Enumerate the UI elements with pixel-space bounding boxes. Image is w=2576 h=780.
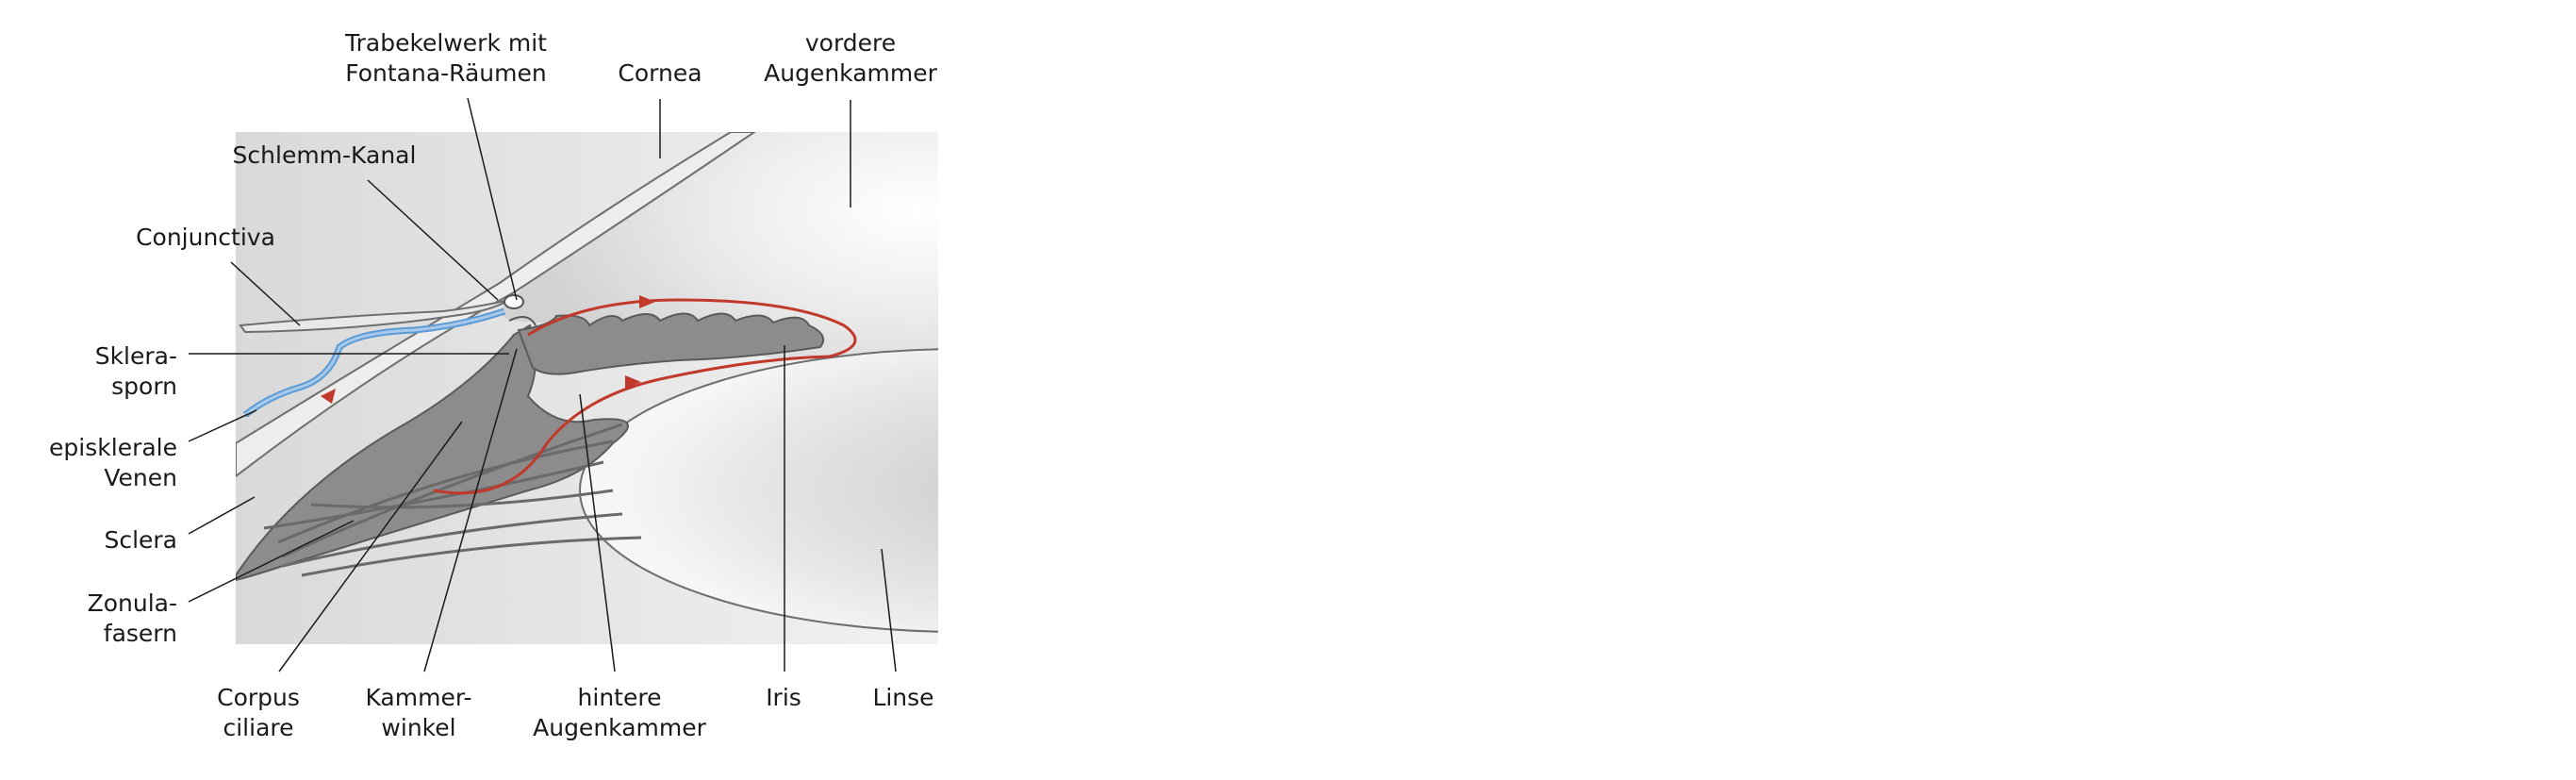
label-vordere-augenkammer-line2: Augenkammer [764,59,937,87]
label-sklerasporn-line2: sporn [111,373,177,400]
label-iris-line1: Iris [766,684,801,711]
label-cornea: Cornea [618,58,702,89]
label-conjunctiva-line1: Conjunctiva [136,224,275,251]
label-linse-line1: Linse [872,684,934,711]
label-sclera: Sclera [104,525,177,556]
label-vordere-augenkammer: vordere Augenkammer [764,28,937,89]
label-iris: Iris [766,683,801,713]
label-schlemm-kanal: Schlemm-Kanal [233,141,417,171]
label-corpus-ciliare-line2: ciliare [223,714,294,741]
label-schlemm-kanal-line1: Schlemm-Kanal [232,141,417,169]
label-hintere-augenkammer-line2: Augenkammer [533,714,706,741]
label-episklerale-venen-line2: Venen [104,464,177,491]
label-cornea-line1: Cornea [618,59,702,87]
label-hintere-augenkammer: hintere Augenkammer [533,683,706,743]
label-kammerwinkel: Kammer- winkel [365,683,471,743]
label-zonulafasern: Zonula- fasern [88,589,177,649]
label-episklerale-venen-line1: episklerale [49,434,177,461]
label-corpus-ciliare-line1: Corpus [217,684,300,711]
label-zonulafasern-line2: fasern [103,620,177,647]
label-zonulafasern-line1: Zonula- [87,589,177,617]
label-hintere-augenkammer-line1: hintere [577,684,662,711]
label-conjunctiva: Conjunctiva [136,223,275,253]
label-vordere-augenkammer-line1: vordere [804,29,897,57]
label-trabekelwerk: Trabekelwerk mit Fontana-Räumen [345,28,547,89]
schlemm-canal-shape [504,294,524,309]
lens-shape [579,348,938,633]
label-corpus-ciliare: Corpus ciliare [217,683,300,743]
label-sklerasporn-line1: Sklera- [94,342,177,370]
label-linse: Linse [872,683,933,713]
label-kammerwinkel-line2: winkel [381,714,456,741]
label-episklerale-venen: episklerale Venen [49,433,177,493]
label-trabekelwerk-line2: Fontana-Räumen [345,59,547,87]
label-sklerasporn: Sklera- sporn [95,341,177,402]
eye-anterior-segment-diagram [188,97,938,672]
label-sclera-line1: Sclera [104,526,177,554]
label-kammerwinkel-line1: Kammer- [365,684,472,711]
label-trabekelwerk-line1: Trabekelwerk mit [345,29,547,57]
